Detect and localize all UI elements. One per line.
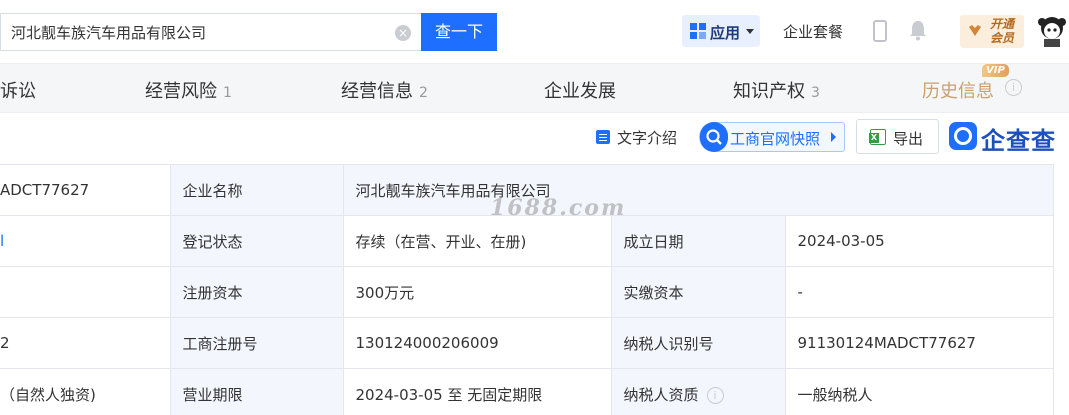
left-cell: l xyxy=(0,215,171,267)
field-label: 工商注册号 xyxy=(169,317,344,369)
qichacha-logo-icon xyxy=(949,122,977,150)
watermark: 1688.com xyxy=(490,195,627,221)
qichacha-logo: 企查查 xyxy=(949,120,1059,155)
field-label: 登记状态 xyxy=(169,215,344,267)
app-menu-button[interactable]: 应用 xyxy=(682,15,760,47)
app-menu-label: 应用 xyxy=(710,24,741,42)
field-label: 纳税人资质 i xyxy=(610,368,786,415)
tab-ip[interactable]: 知识产权 3 xyxy=(733,77,820,103)
info-icon[interactable]: i xyxy=(706,386,724,404)
left-cell: 2 xyxy=(0,317,171,369)
field-value: 存续（在营、开业、在册) xyxy=(342,215,612,267)
field-label: 注册资本 xyxy=(169,266,344,318)
search-button[interactable]: 查一下 xyxy=(421,13,497,51)
field-value: - xyxy=(784,266,1054,318)
field-label: 纳税人识别号 xyxy=(610,317,786,369)
field-label: 营业期限 xyxy=(169,368,344,415)
caret-right-icon xyxy=(831,132,836,142)
tab-business-info[interactable]: 经营信息 2 xyxy=(341,77,428,103)
table-row: 2 工商注册号 130124000206009 纳税人识别号 91130124M… xyxy=(0,317,1054,369)
toolbar: 文字介绍 工商官网快照 X 导出 企查查 xyxy=(0,114,1069,162)
left-link-fragment[interactable]: l xyxy=(0,232,4,250)
excel-icon: X xyxy=(869,129,886,145)
export-button[interactable]: X 导出 xyxy=(856,119,939,154)
text-intro-button[interactable]: 文字介绍 xyxy=(617,127,677,148)
field-value: 300万元 xyxy=(342,266,612,318)
open-vip-button[interactable]: 开通会员 xyxy=(960,15,1024,48)
grid-icon xyxy=(690,23,706,39)
tab-development[interactable]: 企业发展 xyxy=(544,77,616,103)
field-label: 实缴资本 xyxy=(610,266,786,318)
field-value: 一般纳税人 xyxy=(784,368,1054,415)
table-row: （自然人独资) 营业期限 2024-03-05 至 无固定期限 纳税人资质 i 一… xyxy=(0,368,1054,415)
table-row: l 登记状态 存续（在营、开业、在册) 成立日期 2024-03-05 xyxy=(0,215,1054,267)
company-name-value: 河北靓车族汽车用品有限公司 xyxy=(342,164,1054,216)
snapshot-search-icon xyxy=(700,122,728,152)
tab-count: 1 xyxy=(223,85,232,101)
field-label: 企业名称 xyxy=(169,164,344,216)
open-vip-label: 开通会员 xyxy=(990,17,1015,45)
tab-litigation[interactable]: 诉讼 xyxy=(0,77,36,103)
top-bar: × 查一下 应用 企业套餐 开通会员 xyxy=(0,0,1069,62)
phone-icon[interactable] xyxy=(873,20,887,42)
tab-count: 2 xyxy=(419,85,428,101)
field-value: 91130124MADCT77627 xyxy=(784,317,1054,369)
tab-business-risk[interactable]: 经营风险 1 xyxy=(145,77,232,103)
left-cell xyxy=(0,266,171,318)
field-value: 130124000206009 xyxy=(342,317,612,369)
vip-heart-icon xyxy=(969,25,981,36)
field-value: 2024-03-05 至 无固定期限 xyxy=(342,368,612,415)
document-icon xyxy=(596,130,610,144)
info-icon[interactable]: i xyxy=(1005,79,1022,96)
table-row: 注册资本 300万元 实缴资本 - xyxy=(0,266,1054,318)
tab-history[interactable]: 历史信息 xyxy=(922,77,994,103)
export-label: 导出 xyxy=(893,130,924,148)
field-value: 2024-03-05 xyxy=(784,215,1054,267)
search-input[interactable] xyxy=(11,14,381,50)
left-cell: （自然人独资) xyxy=(0,368,171,415)
clear-icon[interactable]: × xyxy=(395,25,411,41)
left-cell: ADCT77627 xyxy=(0,164,171,216)
search-box: × xyxy=(0,13,421,51)
enterprise-package-link[interactable]: 企业套餐 xyxy=(783,21,843,42)
qichacha-brand-text: 企查查 xyxy=(981,127,1056,155)
section-tabs: 诉讼 经营风险 1 经营信息 2 企业发展 知识产权 3 历史信息 xyxy=(0,63,1069,113)
official-snapshot-button[interactable]: 工商官网快照 xyxy=(699,122,845,152)
user-avatar[interactable] xyxy=(1036,14,1068,48)
bell-icon[interactable] xyxy=(908,19,928,41)
caret-down-icon xyxy=(746,29,754,34)
vip-badge: VIP xyxy=(982,64,1009,77)
tab-count: 3 xyxy=(811,85,820,101)
snapshot-label: 工商官网快照 xyxy=(730,130,821,148)
field-label: 成立日期 xyxy=(610,215,786,267)
